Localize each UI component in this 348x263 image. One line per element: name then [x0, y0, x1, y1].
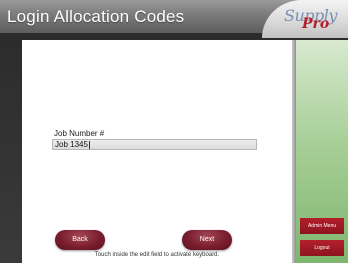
job-number-input[interactable]: Job 1345	[52, 139, 257, 150]
back-button[interactable]: Back	[55, 230, 105, 250]
brand-logo: Supply Pro	[262, 0, 348, 38]
keyboard-hint: Touch inside the edit field to activate …	[94, 252, 220, 258]
title-bar: Login Allocation Codes Supply Pro	[0, 0, 348, 38]
logout-button[interactable]: Logout	[300, 240, 344, 256]
admin-menu-button[interactable]: Admin Menu	[300, 218, 344, 234]
main-panel: Job Number # Job 1345	[22, 40, 292, 248]
text-caret	[88, 140, 90, 149]
next-button[interactable]: Next	[182, 230, 232, 250]
job-number-value: Job 1345	[55, 140, 88, 149]
page-title: Login Allocation Codes	[7, 7, 185, 26]
job-number-label: Job Number #	[54, 129, 105, 138]
app-screen: Login Allocation Codes Supply Pro Job Nu…	[0, 0, 348, 263]
logo-text-sub: Pro	[302, 16, 330, 32]
